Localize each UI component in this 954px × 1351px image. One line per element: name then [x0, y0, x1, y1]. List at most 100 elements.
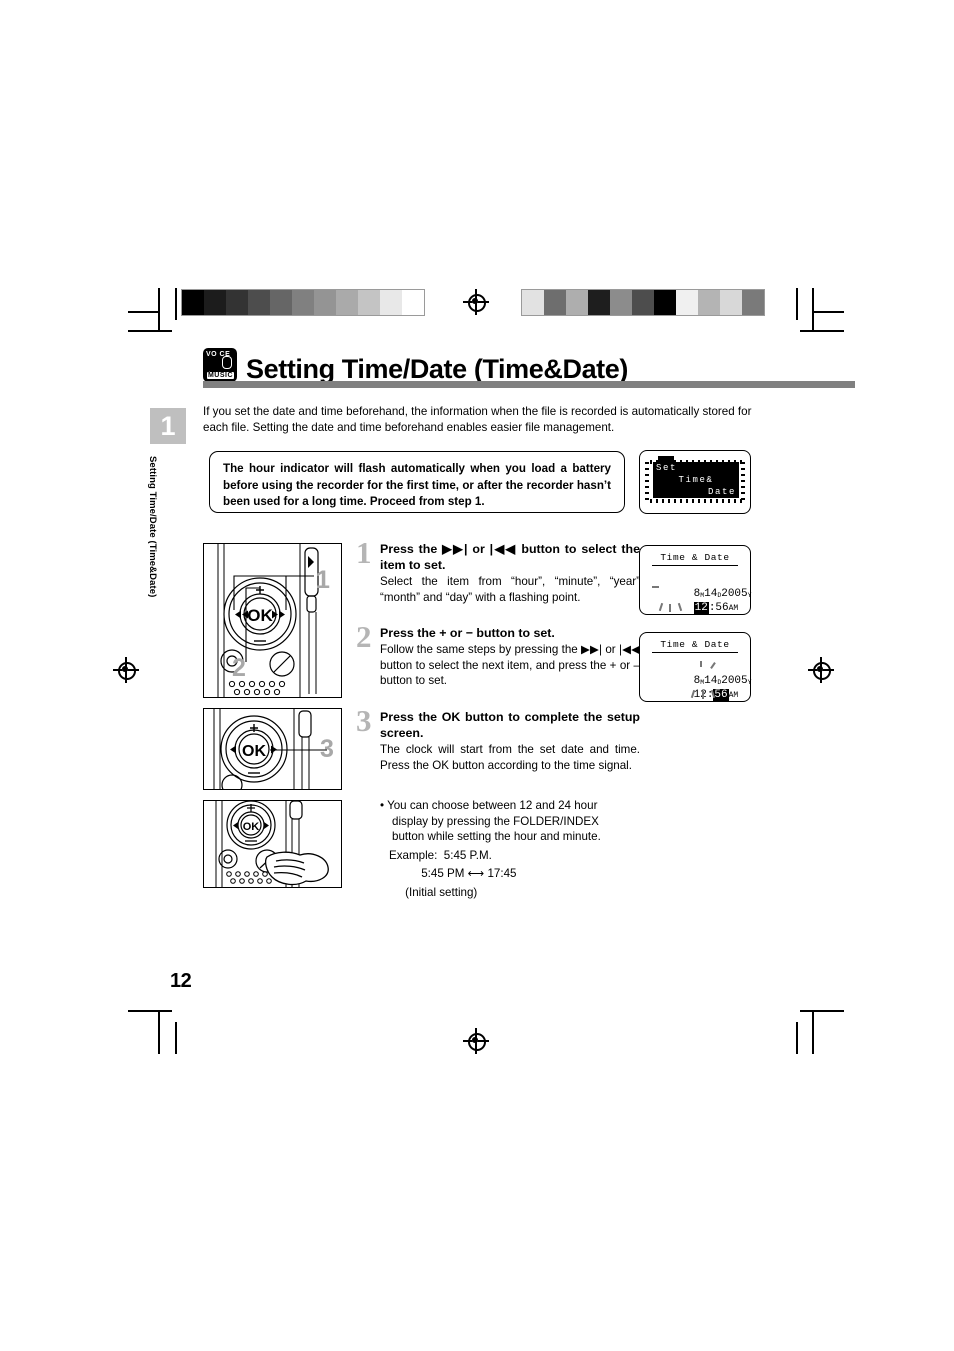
badge-line2: MUSIC — [206, 372, 234, 379]
crop-mark-top-left-v — [158, 288, 160, 332]
crop-mark-top-right-h — [800, 330, 844, 332]
registration-mark-right — [808, 657, 834, 683]
microphone-icon — [222, 356, 232, 369]
swatch-10 — [742, 290, 764, 315]
voice-music-badge-icon: VO CE ♪ MUSIC — [203, 348, 237, 382]
step-3-number: 3 — [356, 703, 372, 738]
swatch-9 — [720, 290, 742, 315]
page-heading: VO CE ♪ MUSIC Setting Time/Date (Time&Da… — [203, 348, 855, 384]
page-number: 12 — [170, 970, 192, 992]
lcd-time-date-hour-flashing: Time & Date 8M14D2005Y 12:56AM — [639, 545, 752, 615]
sidebar-running-head: Setting Time/Date (Time&Date) — [147, 456, 158, 598]
crop-mark-bottom-left-v — [158, 1010, 160, 1054]
lcd-dot-col-right — [741, 462, 745, 500]
recorder-hand-press-svg: OK — [215, 801, 329, 887]
notes-bullet-list: • You can choose between 12 and 24 hour … — [380, 798, 630, 900]
lcd-td1-hour: 12 — [693, 602, 709, 614]
crop-mark-top-left-h — [128, 330, 172, 332]
lcd-td1-title: Time & Date — [652, 552, 738, 566]
swatch-8 — [698, 290, 720, 315]
note-box-text: The hour indicator will flash automatica… — [223, 462, 611, 508]
svg-text:OK: OK — [243, 821, 260, 833]
grayscale-swatch-bar-right — [521, 289, 765, 316]
swatch-6 — [314, 290, 336, 315]
swatch-9 — [380, 290, 402, 315]
crop-mark-bottom-right-v — [812, 1010, 814, 1054]
lcd-td2-year-unit: Y — [747, 679, 752, 686]
swatch-0 — [522, 290, 544, 315]
illustration-recorder-control-pad: OK 1 2 — [203, 543, 342, 698]
lcd-dot-row-bottom — [650, 499, 742, 503]
swatch-7 — [676, 290, 698, 315]
svg-text:OK: OK — [247, 606, 273, 625]
lcd-time-date-minute-flashing: Time & Date 8M14D2005Y 12:56AM — [639, 632, 752, 702]
grayscale-swatch-bar-left — [181, 289, 425, 316]
flash-tick-4 — [652, 586, 659, 588]
lcd-td2-ampm: AM — [728, 691, 739, 700]
flash-tick-2 — [669, 604, 671, 612]
illustration-folder-index-press: OK — [203, 800, 342, 888]
crop-mark-bottom-left-h — [128, 1010, 172, 1012]
crop-mark-bottom-right-v2 — [796, 1022, 798, 1054]
callout-1: 1 — [316, 566, 330, 594]
crop-mark-top-right-v2 — [796, 288, 798, 320]
example-line-3: (Initial setting) — [389, 885, 478, 899]
registration-mark-bottom — [463, 1028, 489, 1054]
swatch-1 — [204, 290, 226, 315]
crop-mark-top-left-h2 — [128, 311, 160, 313]
manual-page: VO CE ♪ MUSIC Setting Time/Date (Time&Da… — [0, 0, 954, 1351]
crop-mark-top-right-v — [812, 288, 814, 332]
lcd-set-time-date-screen: Set Time& Date — [639, 450, 751, 514]
lcd-set-line2: Time& — [678, 475, 714, 485]
example-line-2: 5:45 PM ⟷ 17:45 — [389, 867, 517, 880]
swatch-2 — [566, 290, 588, 315]
swatch-4 — [270, 290, 292, 315]
step-3-body: The clock will start from the set date a… — [380, 743, 640, 772]
lcd-dot-col-left — [645, 462, 649, 500]
lcd-td2-hour: 12 — [693, 689, 707, 701]
lcd-td1-time: 12:56AM — [654, 590, 738, 626]
step-2-heading: Press the + or − button to set. — [380, 626, 555, 640]
chapter-number-tab: 1 — [150, 408, 186, 444]
lcd-td2-time: 12:56AM — [654, 677, 738, 713]
step-3-heading: Press the OK button to complete the setu… — [380, 710, 640, 740]
page-title: Setting Time/Date (Time&Date) — [246, 354, 628, 384]
crop-mark-top-left-v2 — [175, 288, 177, 320]
hand-icon — [265, 851, 329, 886]
callout-2: 2 — [232, 654, 246, 682]
swatch-5 — [632, 290, 654, 315]
swatch-4 — [610, 290, 632, 315]
lcd-td1-ampm: AM — [728, 604, 739, 613]
lcd-td1-minute: 56 — [715, 602, 729, 614]
step-1: 1 Press the ▶▶| or |◀◀ button to select … — [356, 537, 640, 605]
lcd-set-line1: Set — [656, 463, 678, 473]
swatch-0 — [182, 290, 204, 315]
swatch-6 — [654, 290, 676, 315]
swatch-5 — [292, 290, 314, 315]
step-2-body: Follow the same steps by pressing the ▶▶… — [380, 643, 640, 687]
crop-mark-top-right-h2 — [812, 311, 844, 313]
note-box: The hour indicator will flash automatica… — [209, 451, 625, 513]
swatch-2 — [226, 290, 248, 315]
crop-mark-bottom-left-v2 — [175, 1022, 177, 1054]
flash-tick-6 — [702, 691, 704, 699]
registration-mark-left — [113, 657, 139, 683]
step-1-heading: Press the ▶▶| or |◀◀ button to select th… — [380, 542, 640, 572]
step-2: 2 Press the + or − button to set. Follow… — [356, 621, 640, 689]
swatch-1 — [544, 290, 566, 315]
heading-underline-rule — [203, 381, 855, 388]
lcd-set-screen-text: Set Time& Date — [653, 462, 739, 498]
lcd-set-line3: Date — [707, 487, 736, 497]
swatch-3 — [588, 290, 610, 315]
callout-3: 3 — [320, 735, 334, 763]
example-line-1: Example: 5:45 P.M. — [389, 848, 492, 862]
step-1-body: Select the item from “hour”, “minute”, “… — [380, 575, 640, 604]
swatch-10 — [402, 290, 424, 315]
crop-mark-bottom-right-h — [800, 1010, 844, 1012]
intro-paragraph: If you set the date and time beforehand,… — [203, 405, 752, 434]
swatch-8 — [358, 290, 380, 315]
lcd-td2-minute: 56 — [713, 689, 729, 701]
svg-text:OK: OK — [242, 743, 266, 760]
illustration-recorder-ok-button: OK 3 — [203, 708, 342, 790]
step-3: 3 Press the OK button to complete the se… — [356, 705, 640, 773]
